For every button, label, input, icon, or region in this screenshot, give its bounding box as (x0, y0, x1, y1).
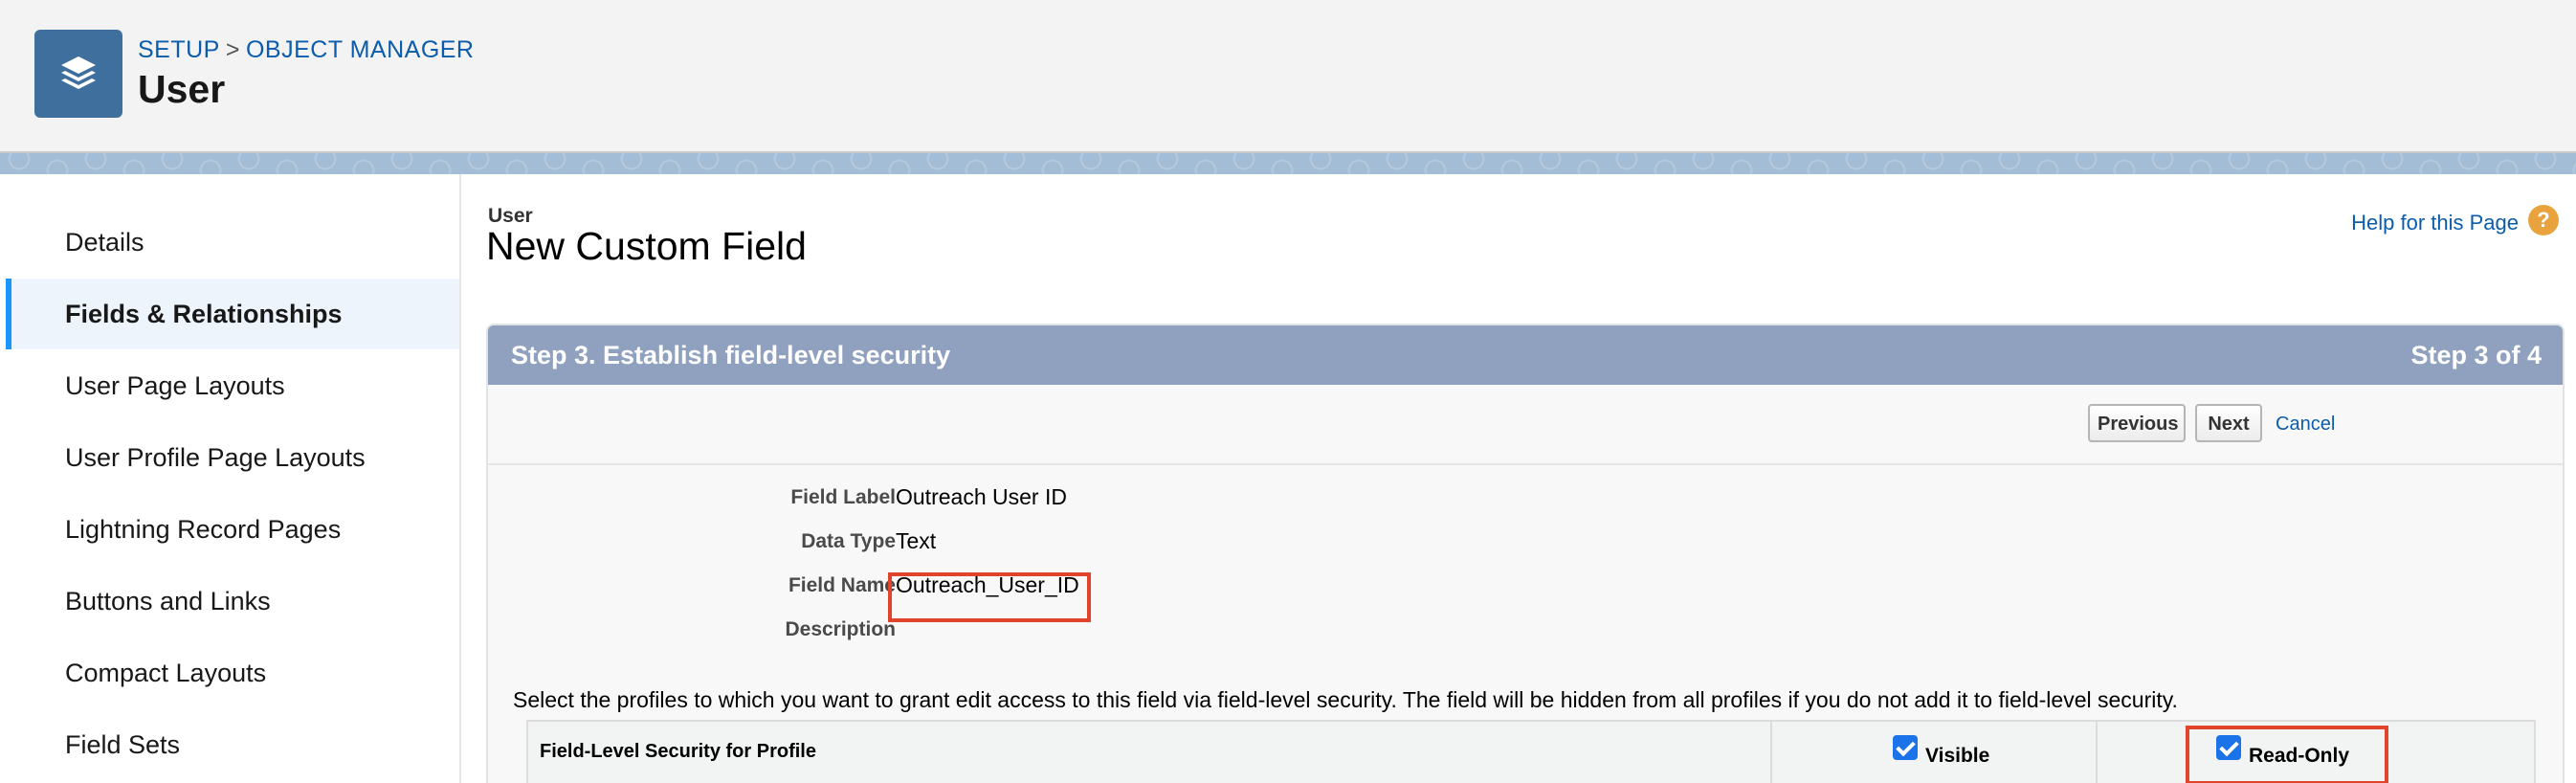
field-name-label: Field Name (788, 574, 896, 596)
object-title: User (138, 67, 226, 111)
step-panel: Step 3. Establish field-level security S… (486, 324, 2565, 783)
sidebar-item-lightning-record-pages[interactable]: Lightning Record Pages (6, 494, 459, 565)
breadcrumb-setup-link[interactable]: SETUP (138, 36, 220, 63)
main-content: User New Custom Field Help for this Page… (463, 174, 2576, 783)
fls-instructions: Select the profiles to which you want to… (513, 687, 2178, 712)
data-type-label: Data Type (801, 530, 896, 552)
button-row: Previous Next Cancel (488, 385, 2563, 465)
help-icon[interactable]: ? (2528, 205, 2559, 235)
previous-button[interactable]: Previous (2088, 404, 2186, 442)
layers-icon (34, 30, 122, 118)
visible-label: Visible (1925, 745, 1990, 767)
sidebar-item-details[interactable]: Details (6, 207, 459, 278)
field-row-description: Description (488, 611, 2563, 649)
layers-icon-glyph (61, 56, 96, 89)
field-row-field-name: Field Name Outreach_User_ID (488, 567, 2563, 605)
field-row-data-type: Data Type Text (488, 523, 2563, 561)
cancel-link[interactable]: Cancel (2276, 414, 2335, 436)
fls-profile-header-cell: Field-Level Security for Profile (528, 722, 1772, 783)
field-label-value: Outreach User ID (896, 484, 1067, 509)
decorative-band (0, 153, 2576, 174)
field-row-field-label: Field Label Outreach User ID (488, 479, 2563, 517)
breadcrumb: SETUP > OBJECT MANAGER (138, 36, 475, 64)
breadcrumb-separator: > (225, 36, 240, 63)
sidebar-item-buttons-and-links[interactable]: Buttons and Links (6, 566, 459, 637)
page-header: SETUP > OBJECT MANAGER User (0, 0, 2576, 153)
page-title: New Custom Field (486, 224, 807, 268)
visible-all-checkbox[interactable] (1893, 735, 1918, 760)
read-only-highlight (2186, 726, 2388, 783)
step-header: Step 3. Establish field-level security S… (488, 325, 2563, 385)
sidebar-item-user-profile-page-layouts[interactable]: User Profile Page Layouts (6, 422, 459, 493)
sidebar-item-field-sets[interactable]: Field Sets (6, 709, 459, 780)
next-button[interactable]: Next (2195, 404, 2262, 442)
help-for-this-page-link[interactable]: Help for this Page (2351, 211, 2519, 235)
sidebar-item-fields-relationships[interactable]: Fields & Relationships (6, 279, 459, 349)
field-label-label: Field Label (790, 486, 896, 508)
data-type-value: Text (896, 528, 937, 553)
breadcrumb-object-manager-link[interactable]: OBJECT MANAGER (246, 36, 475, 63)
step-count: Step 3 of 4 (2410, 341, 2542, 369)
description-label: Description (785, 618, 896, 640)
fls-profile-header: Field-Level Security for Profile (540, 741, 816, 762)
sidebar-item-compact-layouts[interactable]: Compact Layouts (6, 638, 459, 708)
fls-visible-header-cell: Visible (1772, 722, 2098, 783)
step-title: Step 3. Establish field-level security (511, 341, 951, 369)
sidebar-item-user-page-layouts[interactable]: User Page Layouts (6, 350, 459, 421)
sidebar-nav: Details Fields & Relationships User Page… (6, 174, 461, 783)
